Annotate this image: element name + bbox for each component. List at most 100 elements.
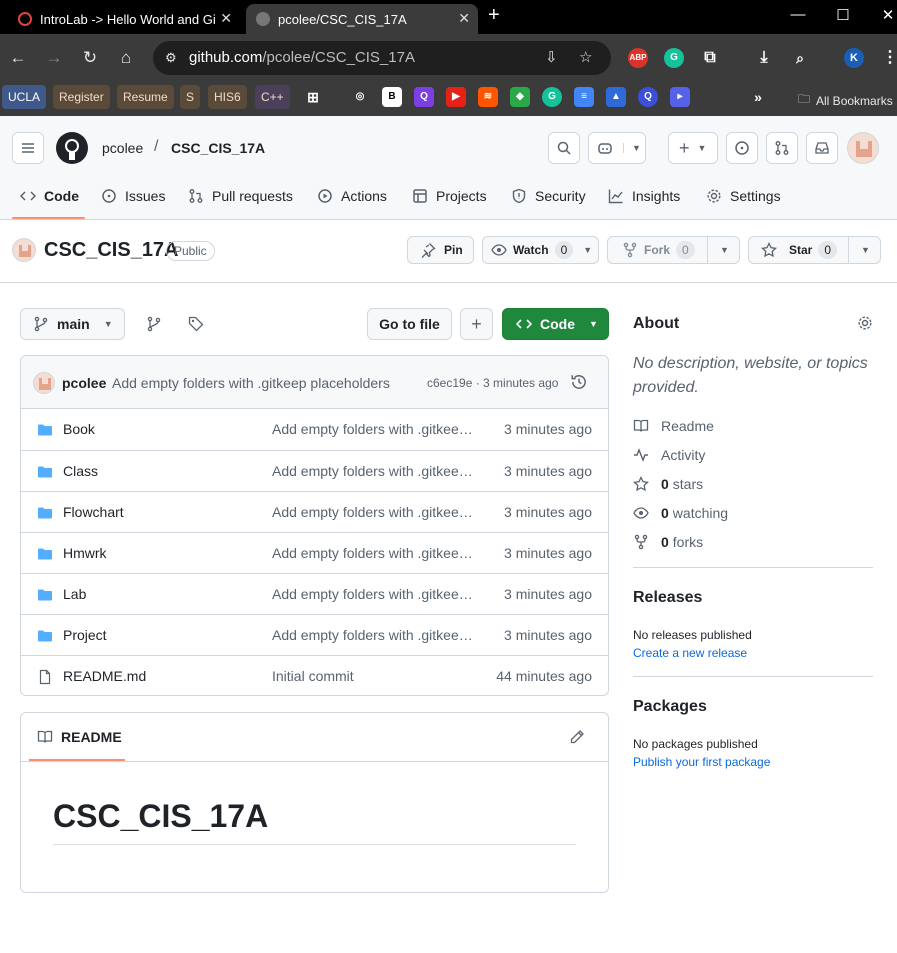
branches-icon[interactable]	[146, 316, 162, 335]
downloads-icon[interactable]: ⤓	[754, 48, 774, 68]
file-row[interactable]: Project Add empty folders with .gitkeep p…	[21, 614, 608, 655]
extensions-puzzle-icon[interactable]: ⧉	[700, 48, 720, 68]
bookmark-resume[interactable]: Resume	[117, 85, 174, 109]
bookmark-cap-icon[interactable]: ▲	[606, 87, 626, 107]
close-window-icon[interactable]: ✕	[873, 6, 897, 24]
file-name[interactable]: Book	[63, 421, 95, 437]
file-commit-message[interactable]: Add empty folders with .gitkeep placehol…	[272, 504, 477, 520]
reload-icon[interactable]: ↻	[78, 46, 102, 70]
file-name[interactable]: Project	[63, 627, 107, 643]
new-tab-button[interactable]: +	[488, 4, 500, 27]
create-release-link[interactable]: Create a new release	[633, 646, 747, 660]
bookmark-play-icon[interactable]: ▸	[670, 87, 690, 107]
about-settings-icon[interactable]	[857, 315, 873, 334]
browser-tab-github[interactable]: pcolee/CSC_CIS_17A ✕	[246, 4, 478, 34]
create-new-button[interactable]: + ▼	[668, 132, 718, 164]
tab-insights[interactable]: Insights	[608, 182, 680, 210]
bookmark-star-icon[interactable]: ☆	[579, 41, 592, 75]
tab-pull-requests[interactable]: Pull requests	[188, 182, 293, 210]
site-info-icon[interactable]: ⚙	[165, 41, 177, 75]
all-bookmarks-folder[interactable]: 🗀 All Bookmarks	[798, 90, 893, 111]
grammarly-extension-icon[interactable]: G	[664, 48, 684, 68]
pull-requests-button[interactable]	[766, 132, 798, 164]
minimize-icon[interactable]: —	[783, 6, 813, 23]
profile-avatar[interactable]: K	[844, 48, 864, 68]
file-commit-message[interactable]: Add empty folders with .gitkeep placehol…	[272, 586, 477, 602]
close-tab-icon[interactable]: ✕	[220, 10, 232, 27]
file-name[interactable]: Class	[63, 463, 98, 479]
close-tab-icon[interactable]: ✕	[458, 10, 470, 27]
browser-tab-introlab[interactable]: IntroLab -> Hello World and Gi ✕	[8, 4, 240, 34]
tab-code[interactable]: Code	[20, 182, 79, 210]
google-docs-icon[interactable]: ≡	[574, 87, 594, 107]
hamburger-menu-button[interactable]	[12, 132, 44, 164]
repo-link[interactable]: CSC_CIS_17A	[171, 140, 265, 156]
packages-heading[interactable]: Packages	[633, 698, 707, 716]
file-row[interactable]: Lab Add empty folders with .gitkeep place…	[21, 573, 608, 614]
bookmark-his6[interactable]: HIS6	[208, 85, 247, 109]
back-icon[interactable]: ←	[6, 46, 30, 70]
tab-issues[interactable]: Issues	[101, 182, 165, 210]
fork-button[interactable]: Fork 0 ▼	[607, 236, 740, 264]
stars-link[interactable]: 0 stars	[633, 474, 703, 494]
releases-heading[interactable]: Releases	[633, 589, 702, 607]
pin-button[interactable]: Pin	[407, 236, 474, 264]
code-dropdown-button[interactable]: Code ▼	[502, 308, 609, 340]
file-row[interactable]: Flowchart Add empty folders with .gitkeep…	[21, 491, 608, 532]
home-icon[interactable]: ⌂	[114, 46, 138, 70]
forward-icon[interactable]: →	[42, 46, 66, 70]
tab-settings[interactable]: Settings	[706, 182, 781, 210]
bookmark-q-icon[interactable]: Q	[414, 87, 434, 107]
repo-title[interactable]: CSC_CIS_17A	[44, 239, 179, 262]
youtube-icon[interactable]: ▶	[446, 87, 466, 107]
owner-link[interactable]: pcolee	[102, 140, 143, 156]
readme-link[interactable]: Readme	[633, 416, 714, 436]
grammarly-bookmark-icon[interactable]: G	[542, 87, 562, 107]
commit-sha-time[interactable]: c6ec19e · 3 minutes ago	[427, 376, 558, 390]
file-commit-message[interactable]: Add empty folders with .gitkeep placehol…	[272, 545, 477, 561]
edit-readme-icon[interactable]	[569, 729, 585, 748]
more-bookmarks-icon[interactable]: »	[748, 87, 768, 107]
watching-link[interactable]: 0 watching	[633, 503, 728, 523]
file-name[interactable]: Lab	[63, 586, 86, 602]
bookmark-green-icon[interactable]: ◆	[510, 87, 530, 107]
bookmark-ucla[interactable]: UCLA	[2, 85, 47, 109]
search-button[interactable]	[548, 132, 580, 164]
history-icon[interactable]	[570, 373, 588, 394]
tags-icon[interactable]	[188, 316, 204, 335]
commit-message[interactable]: Add empty folders with .gitkeep placehol…	[112, 375, 390, 391]
bookmark-cpp[interactable]: C++	[255, 85, 290, 109]
browser-menu-icon[interactable]: ⋮	[880, 48, 897, 68]
file-name[interactable]: Flowchart	[63, 504, 124, 520]
publish-package-link[interactable]: Publish your first package	[633, 755, 770, 769]
maximize-icon[interactable]: ☐	[828, 6, 858, 24]
forks-link[interactable]: 0 forks	[633, 532, 703, 552]
commit-author-avatar[interactable]	[33, 372, 55, 394]
adblock-extension-icon[interactable]: ABP	[628, 48, 648, 68]
branch-selector[interactable]: main ▼	[20, 308, 125, 340]
watch-button[interactable]: Watch 0 ▼	[482, 236, 599, 264]
tab-projects[interactable]: Projects	[412, 182, 487, 210]
file-name[interactable]: Hmwrk	[63, 545, 107, 561]
file-commit-message[interactable]: Add empty folders with .gitkeep placehol…	[272, 627, 477, 643]
install-app-icon[interactable]: ⇩	[545, 41, 558, 75]
star-button[interactable]: Star 0 ▼	[748, 236, 881, 264]
bookmark-q2-icon[interactable]: Q	[638, 87, 658, 107]
file-row[interactable]: Class Add empty folders with .gitkeep pla…	[21, 450, 608, 491]
bookmark-register[interactable]: Register	[53, 85, 110, 109]
file-row[interactable]: Book Add empty folders with .gitkeep plac…	[21, 409, 608, 450]
apps-grid-icon[interactable]: ⊞	[303, 87, 323, 107]
add-file-button[interactable]: +	[460, 308, 493, 340]
bookmark-b-icon[interactable]: B	[382, 87, 402, 107]
copilot-button[interactable]: ▼	[588, 132, 646, 164]
user-avatar[interactable]	[847, 132, 879, 164]
bookmark-s[interactable]: S	[180, 85, 201, 109]
file-commit-message[interactable]: Add empty folders with .gitkeep placehol…	[272, 463, 477, 479]
file-commit-message[interactable]: Add empty folders with .gitkeep placehol…	[272, 421, 477, 437]
github-logo-icon[interactable]	[56, 132, 88, 164]
commit-author[interactable]: pcolee	[62, 375, 106, 391]
inbox-button[interactable]	[806, 132, 838, 164]
chatgpt-icon[interactable]: ◎	[350, 87, 370, 107]
file-name[interactable]: README.md	[63, 668, 146, 684]
issues-button[interactable]	[726, 132, 758, 164]
